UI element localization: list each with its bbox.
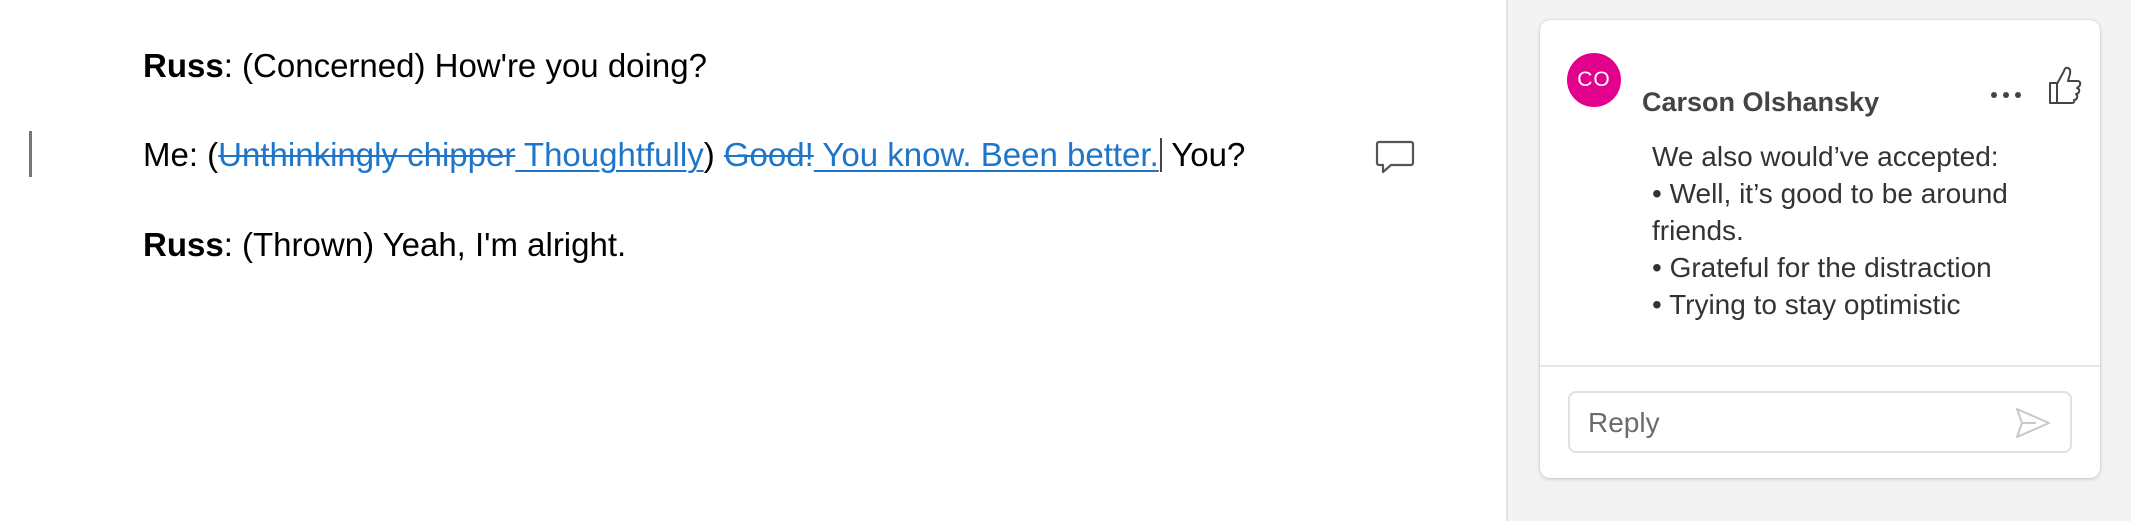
thumbs-up-icon[interactable] <box>2044 63 2084 107</box>
line-middle: ) <box>703 136 724 173</box>
tracked-deletion: Unthinkingly chipper <box>218 136 516 173</box>
line-text: : (Thrown) Yeah, I'm alright. <box>223 226 627 263</box>
speaker-name: Russ <box>143 47 224 84</box>
tracked-insertion: You know. Been better. <box>813 136 1159 173</box>
tracked-insertion: Thoughtfully <box>515 136 704 173</box>
reply-placeholder: Reply <box>1588 407 1660 438</box>
reply-input[interactable]: Reply <box>1568 391 2072 453</box>
comment-line: We also would’ve accepted: <box>1652 141 1999 172</box>
comment-line: • Grateful for the distraction <box>1652 252 1992 283</box>
text-cursor <box>1159 138 1162 172</box>
document-line-3[interactable]: Russ: (Thrown) Yeah, I'm alright. <box>143 223 626 267</box>
comment-line: • Well, it’s good to be around <box>1652 178 2008 209</box>
document-line-1[interactable]: Russ: (Concerned) How're you doing? <box>143 44 707 88</box>
document-canvas[interactable]: Russ: (Concerned) How're you doing? Me: … <box>0 0 1506 521</box>
comments-pane: CO Carson Olshansky We also would’ve acc… <box>1506 0 2131 521</box>
comment-author: Carson Olshansky <box>1642 87 1880 117</box>
document-line-2[interactable]: Me: (Unthinkingly chipper Thoughtfully) … <box>143 133 1245 177</box>
speaker-name: Russ <box>143 226 224 263</box>
comment-line: friends. <box>1652 215 1744 246</box>
line-prefix: Me: ( <box>143 136 219 173</box>
more-options-icon[interactable] <box>1984 80 2028 110</box>
tracked-deletion: Good! <box>723 136 814 173</box>
comment-line: • Trying to stay optimistic <box>1652 289 1961 320</box>
line-suffix: You? <box>1162 136 1246 173</box>
comment-icon[interactable] <box>1374 136 1416 178</box>
line-text: : (Concerned) How're you doing? <box>223 47 707 84</box>
avatar: CO <box>1567 53 1621 107</box>
comment-card[interactable]: CO Carson Olshansky We also would’ve acc… <box>1540 20 2100 478</box>
comment-body: We also would’ve accepted: • Well, it’s … <box>1652 138 2072 323</box>
divider <box>1540 365 2100 367</box>
send-icon[interactable] <box>2014 405 2052 441</box>
change-bar <box>29 131 32 177</box>
